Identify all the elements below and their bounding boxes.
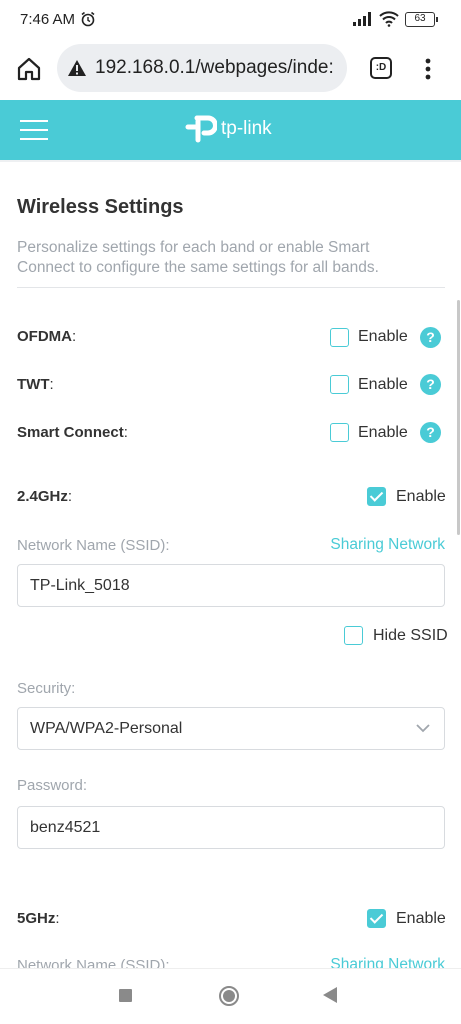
- password-label-24ghz: Password:: [17, 777, 88, 794]
- sharing-network-link-24ghz[interactable]: Sharing Network: [330, 536, 445, 554]
- ofdma-checkbox[interactable]: [330, 328, 349, 347]
- home-nav-icon[interactable]: [219, 986, 239, 1006]
- back-icon[interactable]: [323, 987, 337, 1003]
- ofdma-label: OFDMA:: [17, 328, 77, 345]
- tab-switcher-button[interactable]: :D: [370, 57, 392, 79]
- security-select-24ghz[interactable]: WPA/WPA2-Personal: [17, 707, 445, 750]
- hamburger-menu-icon[interactable]: [20, 120, 48, 142]
- band-5ghz-enable-checkbox[interactable]: [367, 909, 386, 928]
- band-24ghz-enable-checkbox[interactable]: [367, 487, 386, 506]
- hide-ssid-label-24ghz[interactable]: Hide SSID: [373, 627, 448, 645]
- smart-connect-enable-label[interactable]: Enable: [358, 424, 408, 442]
- ssid-input-24ghz[interactable]: TP-Link_5018: [17, 564, 445, 607]
- more-menu-icon[interactable]: [418, 54, 438, 84]
- smart-connect-checkbox[interactable]: [330, 423, 349, 442]
- url-text[interactable]: 192.168.0.1/webpages/inde:: [95, 57, 334, 79]
- twt-enable-label[interactable]: Enable: [358, 376, 408, 394]
- band-5ghz-label: 5GHz:: [17, 910, 60, 927]
- home-icon[interactable]: [16, 56, 42, 82]
- tp-link-logo-icon: [185, 115, 217, 143]
- security-label-24ghz: Security:: [17, 680, 76, 697]
- recents-icon[interactable]: [119, 989, 132, 1002]
- ofdma-help-icon[interactable]: ?: [420, 327, 441, 348]
- system-nav-bar: [0, 968, 461, 1024]
- twt-help-icon[interactable]: ?: [420, 374, 441, 395]
- security-select-value: WPA/WPA2-Personal: [30, 720, 183, 737]
- signal-icon: [353, 12, 371, 26]
- chevron-down-icon: [416, 724, 430, 733]
- status-bar: 7:46 AM 63: [0, 0, 461, 40]
- wifi-icon: [379, 11, 399, 27]
- warning-icon[interactable]: [67, 59, 87, 77]
- hide-ssid-checkbox-24ghz[interactable]: [344, 626, 363, 645]
- tp-link-logo: tp-link: [183, 112, 272, 146]
- browser-toolbar: 192.168.0.1/webpages/inde: :D: [0, 40, 461, 98]
- ssid-label-24ghz: Network Name (SSID):: [17, 537, 170, 554]
- smart-connect-label: Smart Connect:: [17, 424, 128, 441]
- page-title: Wireless Settings: [17, 196, 184, 218]
- page-description: Personalize settings for each band or en…: [17, 239, 379, 276]
- ofdma-enable-label[interactable]: Enable: [358, 328, 408, 346]
- band-5ghz-enable-label[interactable]: Enable: [396, 910, 446, 928]
- ssid-label-5ghz: Network Name (SSID):: [17, 957, 170, 968]
- smart-connect-help-icon[interactable]: ?: [420, 422, 441, 443]
- wireless-settings-card: Wireless Settings Personalize settings f…: [0, 162, 461, 968]
- band-24ghz-enable-label[interactable]: Enable: [396, 488, 446, 506]
- scrollbar[interactable]: [457, 300, 460, 535]
- app-header: tp-link: [0, 100, 461, 160]
- twt-checkbox[interactable]: [330, 375, 349, 394]
- band-24ghz-label: 2.4GHz:: [17, 488, 73, 505]
- sharing-network-link-5ghz[interactable]: Sharing Network: [330, 956, 445, 968]
- divider: [17, 287, 445, 288]
- status-time: 7:46 AM: [20, 11, 76, 28]
- battery-icon: 63: [405, 11, 438, 27]
- address-bar[interactable]: 192.168.0.1/webpages/inde:: [57, 44, 347, 92]
- twt-label: TWT:: [17, 376, 54, 393]
- password-input-24ghz[interactable]: benz4521: [17, 806, 445, 849]
- logo-text: tp-link: [221, 118, 272, 139]
- alarm-icon: [81, 11, 95, 27]
